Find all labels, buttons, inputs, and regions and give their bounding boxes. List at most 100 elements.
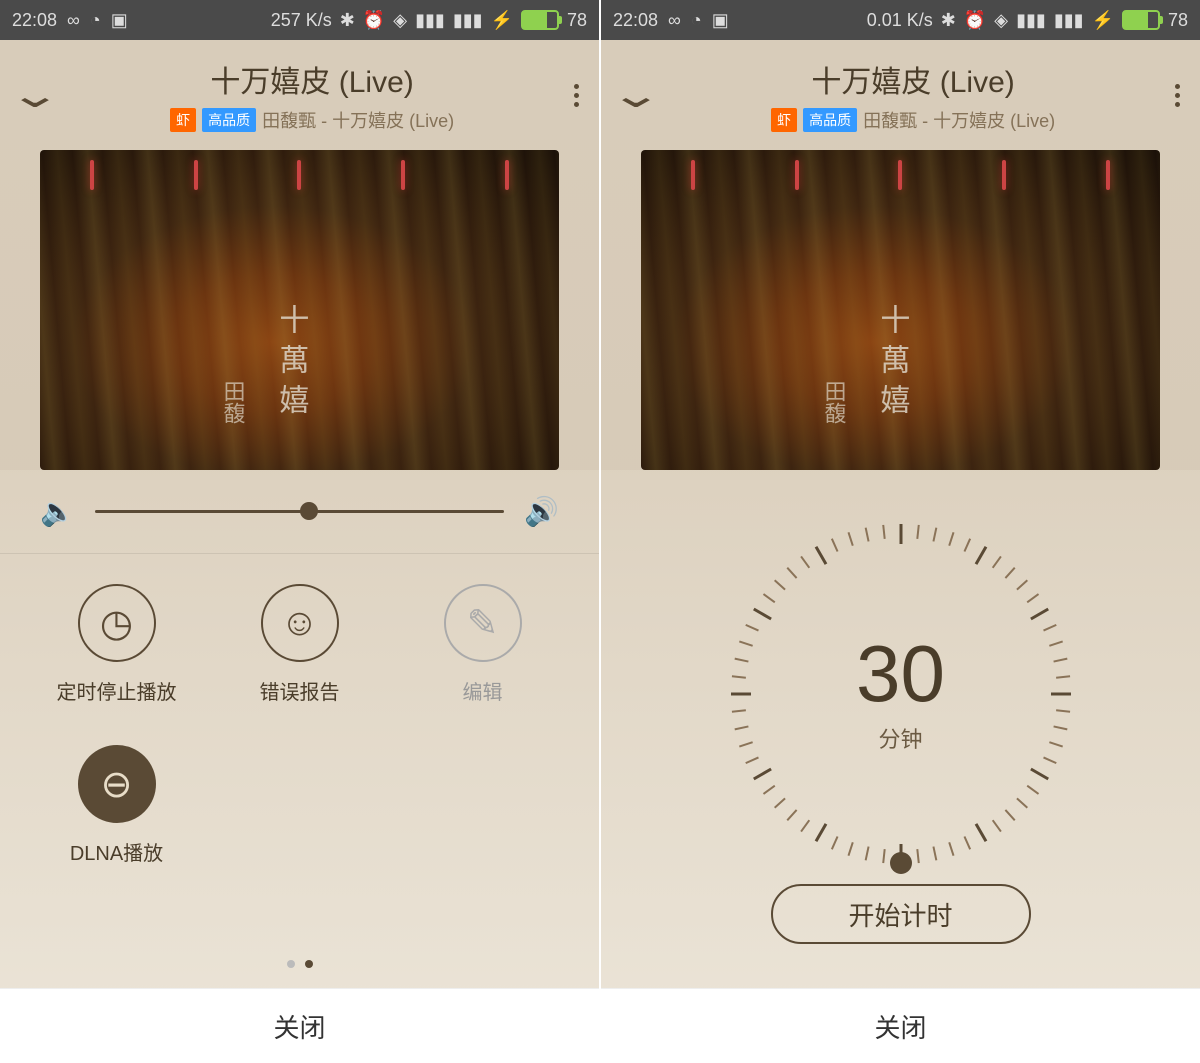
dial-tick xyxy=(753,768,772,781)
dial-tick xyxy=(963,836,971,850)
dial-tick xyxy=(991,820,1001,833)
dial-tick xyxy=(1030,608,1049,621)
signal-icon-2: ▮▮▮ xyxy=(1054,10,1084,31)
infinity-icon: ∞ xyxy=(67,10,80,31)
album-art: 十萬嬉 田馥 xyxy=(641,150,1160,470)
dlna-option[interactable]: ⊖ DLNA播放 xyxy=(40,745,193,866)
dial-tick xyxy=(916,849,919,863)
battery-level: 78 xyxy=(567,10,587,31)
close-button[interactable]: 关闭 xyxy=(601,988,1200,1063)
album-side-text: 田馥 xyxy=(216,380,248,424)
alarm-icon: ⏰ xyxy=(363,10,385,31)
collapse-icon[interactable]: ⌄ xyxy=(8,74,62,116)
cloud-icon: ◔ xyxy=(691,10,702,31)
picture-icon: ▣ xyxy=(712,10,729,31)
dial-tick xyxy=(800,556,810,569)
timer-icon: ◷ xyxy=(78,584,156,662)
page-indicator xyxy=(0,940,599,988)
dial-tick xyxy=(882,525,885,539)
status-bar: 22:08 ∞ ◔ ▣ 257 K/s ✱ ⏰ ◈ ▮▮▮ ▮▮▮ ⚡ 78 xyxy=(0,0,599,40)
dial-tick xyxy=(734,658,748,663)
dial-tick xyxy=(734,725,748,730)
timer-dial[interactable]: 30 分钟 xyxy=(731,524,1071,864)
battery-icon xyxy=(1122,10,1160,30)
volume-low-icon: 🔈 xyxy=(40,495,75,528)
dial-tick xyxy=(864,528,869,542)
song-title: 十万嬉皮 (Live) xyxy=(651,57,1175,101)
quality-badge: 高品质 xyxy=(202,108,256,132)
page-dot-2 xyxy=(305,960,313,968)
edit-icon: ✎ xyxy=(444,584,522,662)
dial-tick xyxy=(786,809,797,821)
album-main-text: 十萬嬉 xyxy=(268,304,312,424)
phone-right: 22:08 ∞ ◔ ▣ 0.01 K/s ✱ ⏰ ◈ ▮▮▮ ▮▮▮ ⚡ 78 … xyxy=(601,0,1200,1063)
more-icon[interactable] xyxy=(1175,84,1180,107)
more-icon[interactable] xyxy=(574,84,579,107)
signal-icon: ▮▮▮ xyxy=(415,10,445,31)
dial-tick xyxy=(814,823,827,842)
signal-icon: ▮▮▮ xyxy=(1016,10,1046,31)
dial-tick xyxy=(814,546,827,565)
dial-tick xyxy=(753,608,772,621)
dial-tick xyxy=(762,785,775,795)
charge-icon: ⚡ xyxy=(491,10,513,31)
timer-value: 30 xyxy=(856,634,945,714)
dial-tick xyxy=(786,567,797,579)
dial-tick xyxy=(882,849,885,863)
dial-tick xyxy=(1043,757,1057,765)
dial-tick xyxy=(731,709,745,712)
timer-panel: 30 分钟 开始计时 xyxy=(601,470,1200,988)
song-subtitle: 田馥甄 - 十万嬉皮 (Live) xyxy=(262,107,454,133)
volume-control[interactable]: 🔈 🔊 xyxy=(0,470,599,554)
player-header: ⌄ 十万嬉皮 (Live) 虾 高品质 田馥甄 - 十万嬉皮 (Live) xyxy=(601,40,1200,150)
dial-tick xyxy=(847,842,853,856)
dial-tick xyxy=(1049,641,1063,647)
header-center: 十万嬉皮 (Live) 虾 高品质 田馥甄 - 十万嬉皮 (Live) xyxy=(651,57,1175,133)
start-timer-button[interactable]: 开始计时 xyxy=(771,884,1031,944)
dial-tick xyxy=(1053,725,1067,730)
wifi-icon: ◈ xyxy=(994,10,1008,31)
charge-icon: ⚡ xyxy=(1092,10,1114,31)
dial-tick xyxy=(948,532,954,546)
sleep-timer-option[interactable]: ◷ 定时停止播放 xyxy=(40,584,193,705)
album-main-text: 十萬嬉 xyxy=(869,304,913,424)
status-time: 22:08 xyxy=(12,10,57,31)
quality-badge: 高品质 xyxy=(803,108,857,132)
bluetooth-icon: ✱ xyxy=(340,10,355,31)
source-badge: 虾 xyxy=(170,108,196,132)
dial-tick xyxy=(1004,809,1015,821)
song-title: 十万嬉皮 (Live) xyxy=(50,57,574,101)
dial-tick xyxy=(1056,709,1070,712)
volume-high-icon: 🔊 xyxy=(524,495,559,528)
wifi-icon: ◈ xyxy=(393,10,407,31)
edit-option[interactable]: ✎ 编辑 xyxy=(406,584,559,705)
dial-tick xyxy=(739,741,753,747)
collapse-icon[interactable]: ⌄ xyxy=(609,74,663,116)
dial-tick xyxy=(1026,785,1039,795)
dial-tick xyxy=(1049,741,1063,747)
dial-tick xyxy=(1056,675,1070,678)
header-center: 十万嬉皮 (Live) 虾 高品质 田馥甄 - 十万嬉皮 (Live) xyxy=(50,57,574,133)
dial-tick xyxy=(1026,593,1039,603)
dial-tick xyxy=(916,525,919,539)
picture-icon: ▣ xyxy=(111,10,128,31)
page-dot-1 xyxy=(287,960,295,968)
infinity-icon: ∞ xyxy=(668,10,681,31)
dial-tick xyxy=(948,842,954,856)
dial-tick xyxy=(974,546,987,565)
dial-tick xyxy=(1016,580,1028,591)
dial-tick xyxy=(963,538,971,552)
dial-tick xyxy=(932,846,937,860)
net-speed: 257 K/s xyxy=(271,10,332,31)
dial-tick xyxy=(745,757,759,765)
dial-tick xyxy=(1030,768,1049,781)
close-button[interactable]: 关闭 xyxy=(0,988,599,1063)
error-report-option[interactable]: ☺ 错误报告 xyxy=(223,584,376,705)
cloud-icon: ◔ xyxy=(90,10,101,31)
volume-slider[interactable] xyxy=(95,510,504,513)
dial-tick xyxy=(745,624,759,632)
dial-tick xyxy=(762,593,775,603)
dial-tick xyxy=(864,846,869,860)
dial-tick xyxy=(1043,624,1057,632)
dial-tick xyxy=(974,823,987,842)
